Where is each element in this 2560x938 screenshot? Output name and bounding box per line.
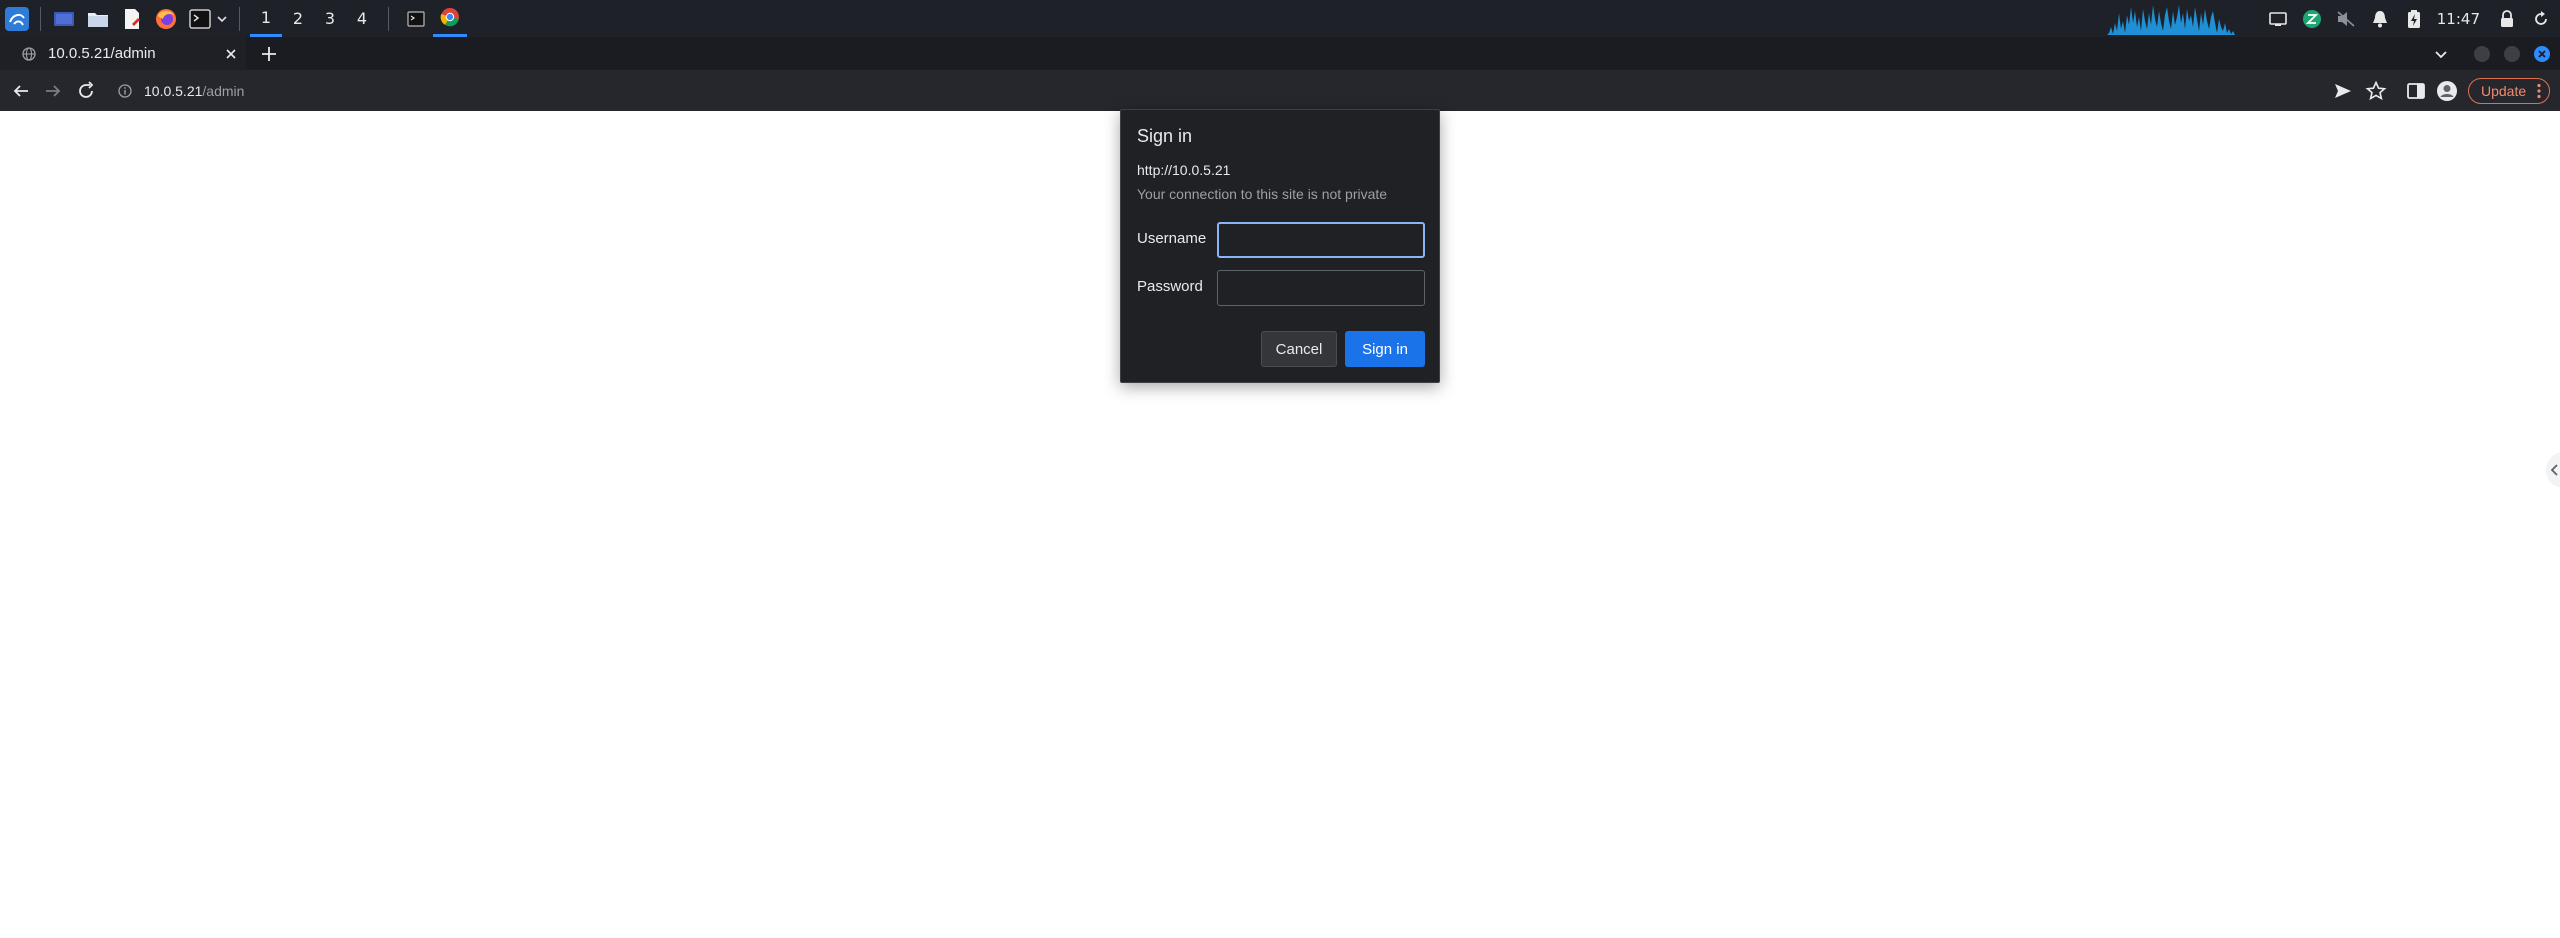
reload-icon[interactable] [75, 80, 97, 102]
taskbar-separator [388, 6, 389, 31]
send-icon[interactable] [2332, 80, 2354, 102]
username-input[interactable] [1217, 222, 1425, 258]
terminal-window-icon[interactable] [399, 0, 433, 37]
browser-toolbar: 10.0.5.21/admin Update [0, 70, 2560, 111]
dialog-origin: http://10.0.5.21 [1137, 162, 1231, 178]
url-host: 10.0.5.21 [144, 82, 203, 99]
taskbar-separator [40, 6, 41, 31]
dialog-title: Sign in [1137, 126, 1193, 146]
more-vert-icon [2537, 83, 2541, 99]
workspace-4[interactable]: 4 [346, 0, 378, 37]
desktop-icon[interactable] [51, 6, 77, 32]
side-panel-handle[interactable] [2546, 452, 2560, 488]
browser-tab[interactable]: 10.0.5.21/admin [0, 37, 246, 70]
firefox-icon[interactable] [153, 6, 179, 32]
chevron-down-icon[interactable] [215, 6, 229, 32]
bell-icon[interactable] [2369, 8, 2391, 30]
screen-icon[interactable] [2267, 8, 2289, 30]
globe-icon [22, 46, 36, 61]
update-button[interactable]: Update [2468, 78, 2550, 104]
chrome-window-icon[interactable] [433, 0, 467, 37]
system-tray: 11:47 [2106, 0, 2560, 37]
text-editor-icon[interactable] [119, 6, 145, 32]
chevron-left-icon [2550, 464, 2558, 476]
close-icon[interactable] [222, 45, 240, 63]
side-panel-icon[interactable] [2405, 80, 2427, 102]
network-activity-graph [2106, 4, 2247, 35]
window-controls [2433, 37, 2560, 70]
tab-title: 10.0.5.21/admin [48, 45, 156, 62]
clock[interactable]: 11:47 [2437, 10, 2480, 28]
taskbar: 1 2 3 4 11:47 [0, 0, 2560, 37]
sign-in-button[interactable]: Sign in [1345, 331, 1425, 367]
back-arrow-icon[interactable] [10, 80, 32, 102]
minimize-button[interactable] [2474, 45, 2490, 62]
battery-icon[interactable] [2403, 8, 2425, 30]
close-icon [2538, 49, 2546, 58]
address-bar[interactable]: 10.0.5.21/admin [108, 74, 2318, 107]
power-refresh-icon[interactable] [2530, 8, 2552, 30]
password-input[interactable] [1217, 270, 1425, 306]
workspace-3[interactable]: 3 [314, 0, 346, 37]
plus-icon[interactable] [258, 43, 280, 65]
kali-menu-icon[interactable] [4, 6, 30, 32]
terminal-icon[interactable] [187, 6, 213, 32]
info-icon[interactable] [118, 83, 132, 98]
profile-avatar-icon[interactable] [2436, 80, 2458, 102]
maximize-button[interactable] [2504, 45, 2520, 62]
window-close-button[interactable] [2534, 45, 2550, 62]
taskbar-separator [239, 6, 240, 31]
vpn-icon[interactable] [2301, 8, 2323, 30]
sign-in-dialog: Sign in http://10.0.5.21 Your connection… [1120, 109, 1440, 383]
username-label: Username [1137, 230, 1207, 247]
star-icon[interactable] [2365, 80, 2387, 102]
tab-strip: 10.0.5.21/admin [0, 37, 2560, 70]
workspace-1[interactable]: 1 [250, 0, 282, 37]
lock-icon[interactable] [2496, 8, 2518, 30]
update-label: Update [2481, 83, 2527, 99]
url-path: /admin [202, 82, 245, 99]
connection-warning: Your connection to this site is not priv… [1137, 186, 1388, 202]
volume-muted-icon[interactable] [2335, 8, 2357, 30]
cancel-button[interactable]: Cancel [1261, 331, 1337, 367]
workspace-2[interactable]: 2 [282, 0, 314, 37]
forward-arrow-icon[interactable] [42, 80, 64, 102]
password-label: Password [1137, 278, 1203, 295]
file-manager-icon[interactable] [85, 6, 111, 32]
tab-search-chevron-icon[interactable] [2433, 46, 2449, 62]
taskbar-left: 1 2 3 4 [0, 0, 467, 37]
